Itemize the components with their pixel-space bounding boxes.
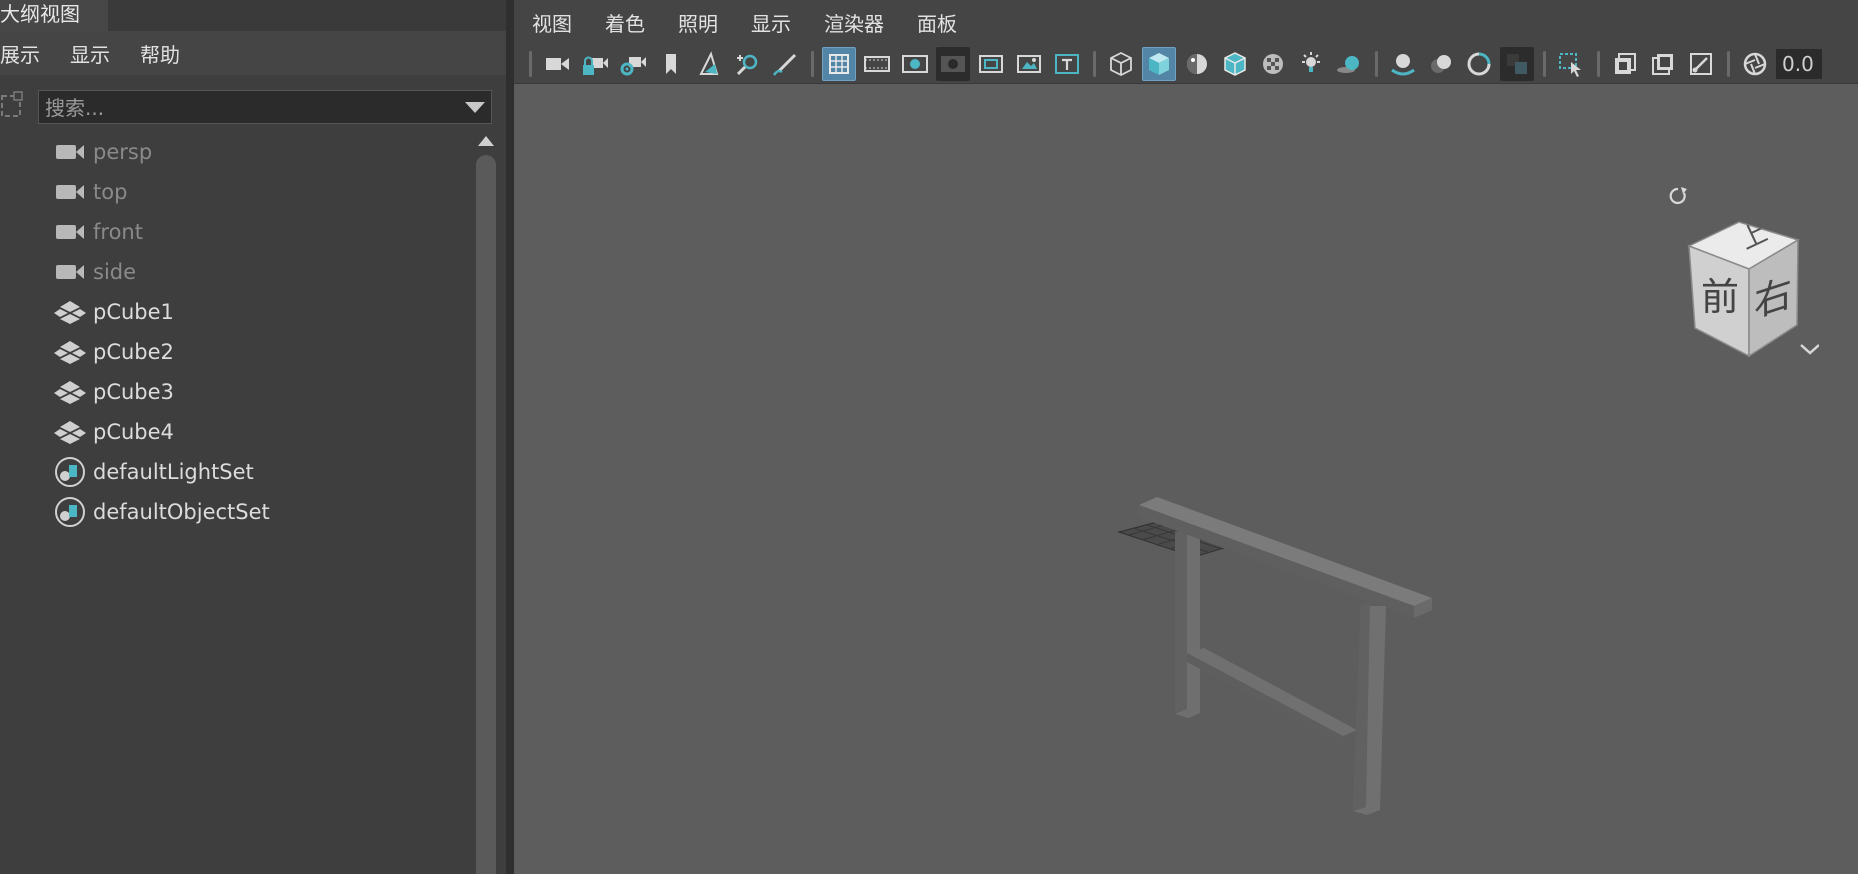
camera-icon — [54, 140, 86, 164]
bookmark-icon[interactable] — [654, 47, 688, 81]
tree-item-side[interactable]: side — [0, 252, 470, 292]
camera-icon — [54, 260, 86, 284]
scroll-up-arrow-icon[interactable] — [478, 136, 494, 146]
gate-mask-icon[interactable] — [936, 46, 970, 81]
viewport-panel: 视图 着色 照明 显示 渲染器 面板 0.0 上 前 右 — [514, 0, 1858, 874]
outliner-tab[interactable]: 大纲视图 — [0, 0, 108, 31]
menu-help[interactable]: 帮助 — [140, 39, 180, 68]
tree-item-top[interactable]: top — [0, 172, 470, 212]
xray-joints-icon[interactable] — [1684, 47, 1718, 81]
grid-icon[interactable] — [822, 46, 856, 81]
chevron-down-icon[interactable] — [1800, 344, 1820, 355]
tree-item-persp[interactable]: persp — [0, 132, 470, 172]
mesh-icon — [54, 420, 86, 444]
camera-icon[interactable] — [540, 47, 574, 81]
wireframe-on-shaded-icon[interactable] — [1218, 47, 1252, 81]
toolbar-separator — [1596, 49, 1600, 79]
tree-item-label: defaultLightSet — [93, 460, 254, 484]
tree-item-label: defaultObjectSet — [93, 500, 270, 524]
tree-item-label: front — [93, 220, 143, 244]
tree-item-label: top — [93, 180, 128, 204]
exposure-icon[interactable] — [1738, 47, 1772, 81]
mesh-icon — [54, 340, 86, 364]
scrollbar-thumb[interactable] — [476, 155, 496, 874]
tree-item-front[interactable]: front — [0, 212, 470, 252]
search-box — [38, 90, 492, 125]
film-gate-icon[interactable] — [860, 47, 894, 81]
field-chart-icon[interactable] — [974, 47, 1008, 81]
camera-icon — [54, 220, 86, 244]
menu-display[interactable]: 显示 — [70, 39, 110, 68]
camera-icon — [54, 180, 86, 204]
outliner-menubar: 展示 显示 帮助 — [0, 31, 506, 75]
outliner-tree: persp top front side pCube1 pCube2 pCube… — [0, 132, 470, 532]
lights-icon[interactable] — [1294, 47, 1328, 81]
depth-of-field-icon[interactable] — [1500, 46, 1534, 81]
tree-item-defaultlightset[interactable]: defaultLightSet — [0, 452, 470, 492]
object-set-icon — [54, 457, 86, 487]
menu-shading[interactable]: 着色 — [605, 8, 645, 37]
multisample-aa-icon[interactable] — [1462, 47, 1496, 81]
default-material-icon[interactable] — [1180, 47, 1214, 81]
toolbar-separator — [1542, 49, 1546, 79]
panel-menubar: 视图 着色 照明 显示 渲染器 面板 — [514, 0, 1858, 44]
safe-title-icon[interactable] — [1050, 47, 1084, 81]
tree-item-pcube4[interactable]: pCube4 — [0, 412, 470, 452]
camera-attributes-icon[interactable] — [616, 47, 650, 81]
toolbar-separator — [1374, 49, 1378, 79]
exposure-field[interactable]: 0.0 — [1776, 48, 1822, 79]
xray-icon[interactable] — [1608, 47, 1642, 81]
resolution-gate-icon[interactable] — [898, 47, 932, 81]
panel-toolbar: 0.0 — [514, 44, 1858, 84]
tree-item-label: side — [93, 260, 137, 284]
menu-view[interactable]: 视图 — [532, 8, 572, 37]
tree-item-pcube1[interactable]: pCube1 — [0, 292, 470, 332]
grease-pencil-icon[interactable] — [768, 47, 802, 81]
viewcube-front-label[interactable]: 前 — [1701, 275, 1739, 319]
chevron-down-icon[interactable] — [465, 102, 485, 114]
tree-item-pcube3[interactable]: pCube3 — [0, 372, 470, 412]
menu-show[interactable]: 展示 — [0, 39, 40, 68]
screen-space-ao-icon[interactable] — [1386, 47, 1420, 81]
mesh-icon — [54, 380, 86, 404]
camera-lock-icon[interactable] — [578, 47, 612, 81]
motion-blur-icon[interactable] — [1424, 47, 1458, 81]
tree-item-label: pCube2 — [93, 340, 174, 364]
tree-item-label: pCube1 — [93, 300, 174, 324]
rotate-icon[interactable] — [1669, 187, 1687, 205]
smooth-shade-icon[interactable] — [1142, 46, 1176, 81]
search-input[interactable] — [39, 91, 457, 125]
image-plane-icon[interactable] — [692, 47, 726, 81]
scene-model[interactable] — [514, 85, 1858, 874]
tree-item-pcube2[interactable]: pCube2 — [0, 332, 470, 372]
toolbar-separator — [1726, 49, 1730, 79]
menu-panels[interactable]: 面板 — [917, 8, 957, 37]
3d-viewport[interactable]: 上 前 右 — [514, 85, 1858, 874]
filter-icon[interactable] — [0, 88, 24, 122]
xray-active-components-icon[interactable] — [1646, 47, 1680, 81]
tree-item-label: persp — [93, 140, 153, 164]
2d-pan-zoom-icon[interactable] — [730, 47, 764, 81]
outliner-scrollbar[interactable] — [476, 133, 496, 874]
panel-divider[interactable] — [506, 0, 514, 874]
outliner-tabstrip — [108, 0, 506, 31]
wireframe-icon[interactable] — [1104, 47, 1138, 81]
toolbar-separator — [528, 49, 532, 79]
menu-show[interactable]: 显示 — [751, 8, 791, 37]
toolbar-separator — [810, 49, 814, 79]
mesh-icon — [54, 300, 86, 324]
tree-item-label: pCube4 — [93, 420, 174, 444]
toolbar-separator — [1092, 49, 1096, 79]
shadows-icon[interactable] — [1332, 47, 1366, 81]
tree-item-label: pCube3 — [93, 380, 174, 404]
textured-icon[interactable] — [1256, 47, 1290, 81]
outliner-panel: 大纲视图 展示 显示 帮助 persp top front — [0, 0, 506, 874]
safe-action-icon[interactable] — [1012, 47, 1046, 81]
viewcube[interactable]: 上 前 右 — [1659, 178, 1820, 368]
object-set-icon — [54, 497, 86, 527]
menu-lighting[interactable]: 照明 — [678, 8, 718, 37]
menu-renderer[interactable]: 渲染器 — [824, 8, 884, 37]
tree-item-defaultobjectset[interactable]: defaultObjectSet — [0, 492, 470, 532]
isolate-select-icon[interactable] — [1554, 47, 1588, 81]
